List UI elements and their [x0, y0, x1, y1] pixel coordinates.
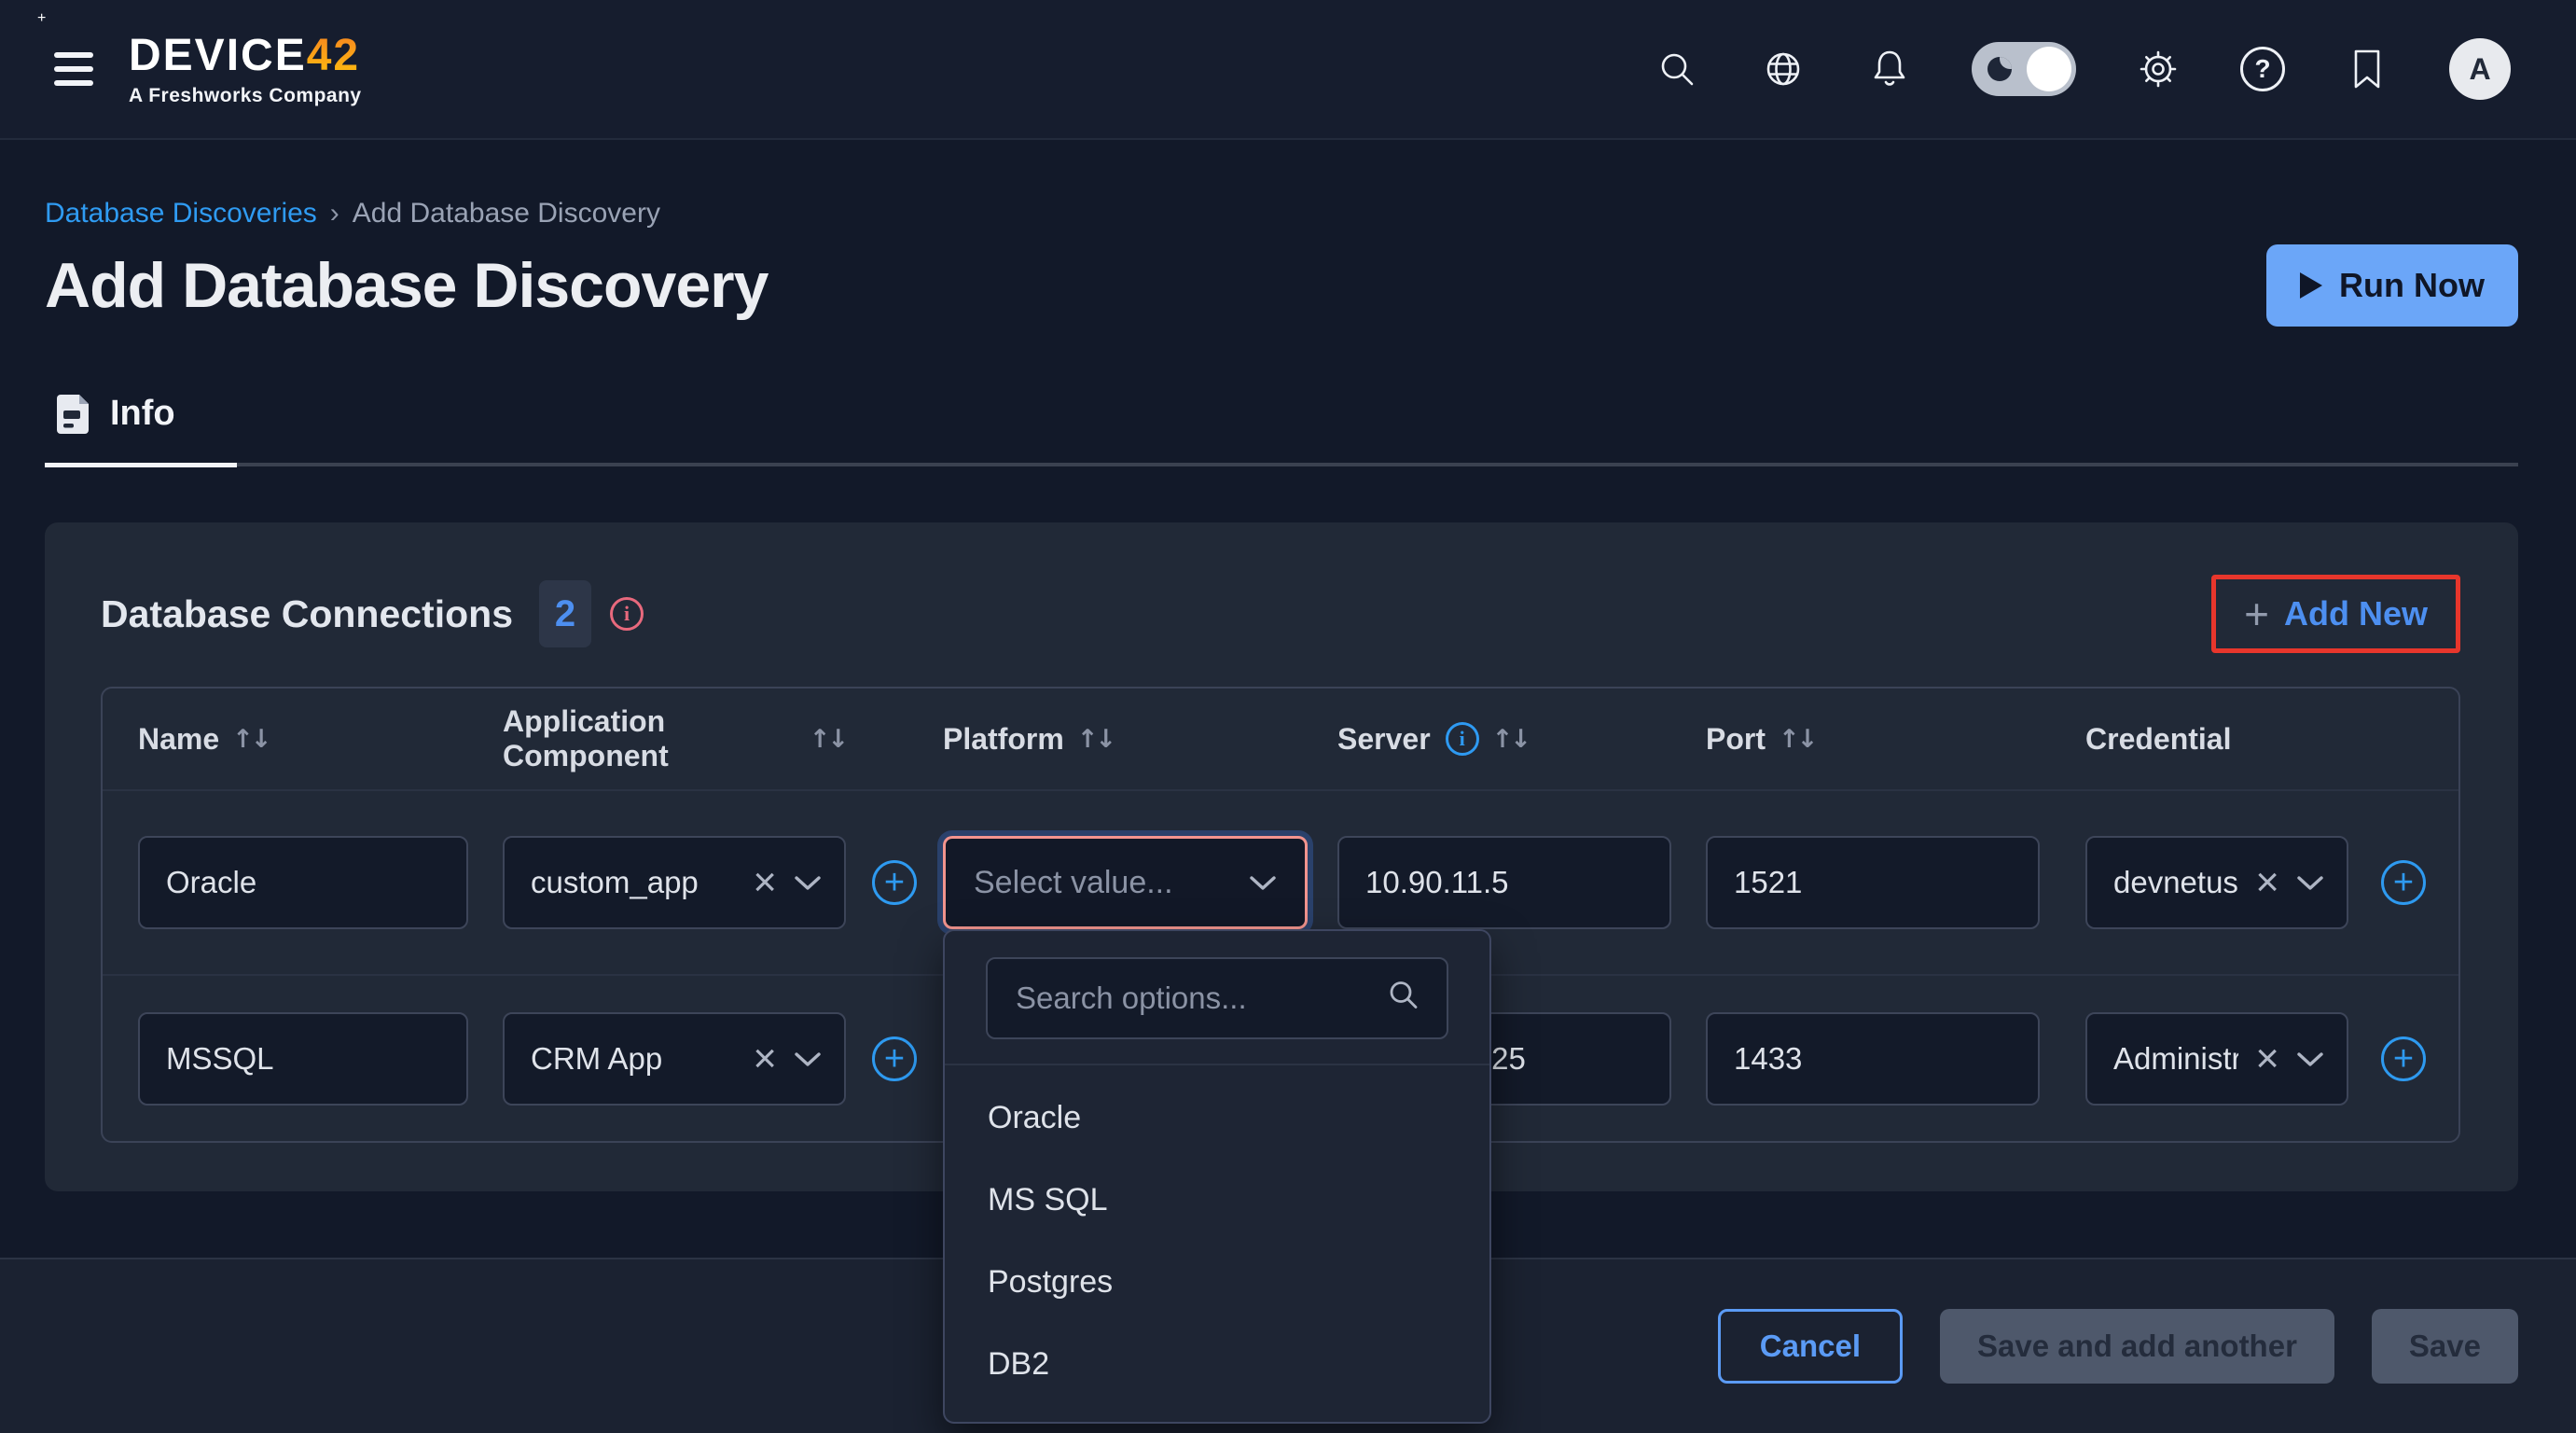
globe-icon[interactable]	[1759, 45, 1807, 93]
notifications-icon[interactable]	[1865, 45, 1914, 93]
application-component-select[interactable]: custom_app ×	[503, 836, 846, 929]
settings-icon[interactable]	[2134, 45, 2182, 93]
app-root: DEVICE42 A Freshworks Company +	[0, 0, 2576, 1433]
add-application-component-button[interactable]: +	[872, 1036, 917, 1081]
top-bar: DEVICE42 A Freshworks Company +	[0, 0, 2576, 140]
sort-icon[interactable]: ↑↓	[1779, 725, 1815, 754]
sort-icon[interactable]: ↑↓	[1492, 725, 1529, 754]
column-header-credential: Credential	[2085, 722, 2348, 757]
document-icon	[56, 392, 91, 435]
search-icon[interactable]	[1653, 45, 1701, 93]
credential-select[interactable]: devnetus ×	[2085, 836, 2348, 929]
dropdown-option-db2[interactable]: DB2	[945, 1323, 1489, 1405]
save-and-add-another-button[interactable]: Save and add another	[1940, 1309, 2334, 1384]
run-now-button[interactable]: Run Now	[2266, 244, 2518, 327]
dropdown-search-input[interactable]	[986, 957, 1448, 1039]
card-title-group: Database Connections 2 i	[101, 580, 644, 647]
clear-icon[interactable]: ×	[2255, 862, 2279, 903]
port-input[interactable]	[1706, 1012, 2040, 1106]
tab-info-label: Info	[110, 394, 175, 434]
dropdown-search-section	[945, 931, 1489, 1065]
tab-info[interactable]: Info	[45, 392, 237, 467]
top-bar-left: DEVICE42 A Freshworks Company	[54, 34, 362, 105]
chevron-down-icon	[794, 1050, 822, 1067]
spark-icon: +	[37, 11, 46, 26]
dropdown-option-postgres[interactable]: Postgres	[945, 1241, 1489, 1323]
card-header: Database Connections 2 i + Add New	[101, 575, 2460, 653]
save-button[interactable]: Save	[2372, 1309, 2518, 1384]
column-header-name: Name ↑↓	[138, 722, 468, 757]
server-info-icon[interactable]: i	[1446, 722, 1479, 756]
breadcrumb-current: Add Database Discovery	[353, 198, 660, 230]
help-icon[interactable]: ?	[2240, 47, 2285, 91]
sort-icon[interactable]: ↑↓	[232, 725, 269, 754]
cancel-button[interactable]: Cancel	[1718, 1309, 1903, 1384]
database-connections-card: Database Connections 2 i + Add New Name	[45, 522, 2518, 1191]
column-header-server: Server i ↑↓	[1337, 722, 1671, 757]
column-header-platform: Platform ↑↓	[943, 722, 1308, 757]
page-title: Add Database Discovery	[45, 248, 768, 323]
connections-info-icon[interactable]: i	[610, 597, 644, 631]
chevron-down-icon	[794, 874, 822, 891]
add-credential-button[interactable]: +	[2381, 1036, 2426, 1081]
add-application-component-button[interactable]: +	[872, 860, 917, 905]
name-input[interactable]	[138, 1012, 468, 1106]
credential-select[interactable]: Administr ×	[2085, 1012, 2348, 1106]
chevron-down-icon	[2296, 874, 2324, 891]
theme-toggle[interactable]: +	[1972, 42, 2076, 96]
main-content: Database Discoveries › Add Database Disc…	[0, 198, 2576, 1191]
chevron-down-icon	[2296, 1050, 2324, 1067]
application-component-select[interactable]: CRM App ×	[503, 1012, 846, 1106]
play-icon	[2300, 272, 2322, 299]
table-header-row: Name ↑↓ Application Component ↑↓ Platfor…	[103, 689, 2458, 791]
breadcrumb-separator: ›	[330, 198, 339, 230]
connection-count-badge: 2	[539, 580, 591, 647]
sort-icon[interactable]: ↑↓	[1077, 725, 1114, 754]
add-credential-button[interactable]: +	[2381, 860, 2426, 905]
breadcrumb-parent-link[interactable]: Database Discoveries	[45, 198, 317, 230]
card-title: Database Connections	[101, 592, 513, 636]
clear-icon[interactable]: ×	[753, 1038, 777, 1079]
logo-text: DEVICE42	[129, 34, 362, 78]
device42-logo: DEVICE42 A Freshworks Company	[129, 34, 362, 105]
sort-icon[interactable]: ↑↓	[810, 725, 846, 754]
dropdown-option-oracle[interactable]: Oracle	[945, 1077, 1489, 1159]
menu-icon[interactable]	[54, 52, 93, 86]
add-new-button[interactable]: + Add New	[2244, 592, 2428, 635]
server-input[interactable]	[1337, 836, 1671, 929]
platform-select[interactable]: Select value...	[943, 836, 1308, 929]
top-bar-actions: + ? A	[1653, 38, 2511, 100]
port-input[interactable]	[1706, 836, 2040, 929]
clear-icon[interactable]: ×	[753, 862, 777, 903]
clear-icon[interactable]: ×	[2255, 1038, 2279, 1079]
tab-bar: Info	[45, 392, 2518, 466]
table-row: custom_app × + Select value...	[103, 791, 2458, 976]
search-icon	[1387, 979, 1420, 1017]
dropdown-options: Oracle MS SQL Postgres DB2	[945, 1065, 1489, 1422]
column-header-port: Port ↑↓	[1706, 722, 2040, 757]
avatar[interactable]: A	[2449, 38, 2511, 100]
name-input[interactable]	[138, 836, 468, 929]
breadcrumb: Database Discoveries › Add Database Disc…	[45, 198, 2518, 230]
dropdown-option-ms-sql[interactable]: MS SQL	[945, 1159, 1489, 1241]
moon-icon	[1987, 57, 2012, 81]
title-row: Add Database Discovery Run Now	[45, 244, 2518, 327]
chevron-down-icon	[1249, 874, 1277, 891]
column-header-application-component: Application Component ↑↓	[503, 704, 846, 773]
bookmark-icon[interactable]	[2343, 45, 2391, 93]
toggle-knob	[2027, 47, 2071, 91]
platform-cell: Select value...	[943, 836, 1308, 929]
annotation-highlight: + Add New	[2211, 575, 2460, 653]
connections-table: Name ↑↓ Application Component ↑↓ Platfor…	[101, 687, 2460, 1143]
platform-dropdown: Oracle MS SQL Postgres DB2	[943, 929, 1491, 1424]
plus-icon: +	[2244, 592, 2269, 635]
logo-tagline: A Freshworks Company	[129, 86, 362, 105]
